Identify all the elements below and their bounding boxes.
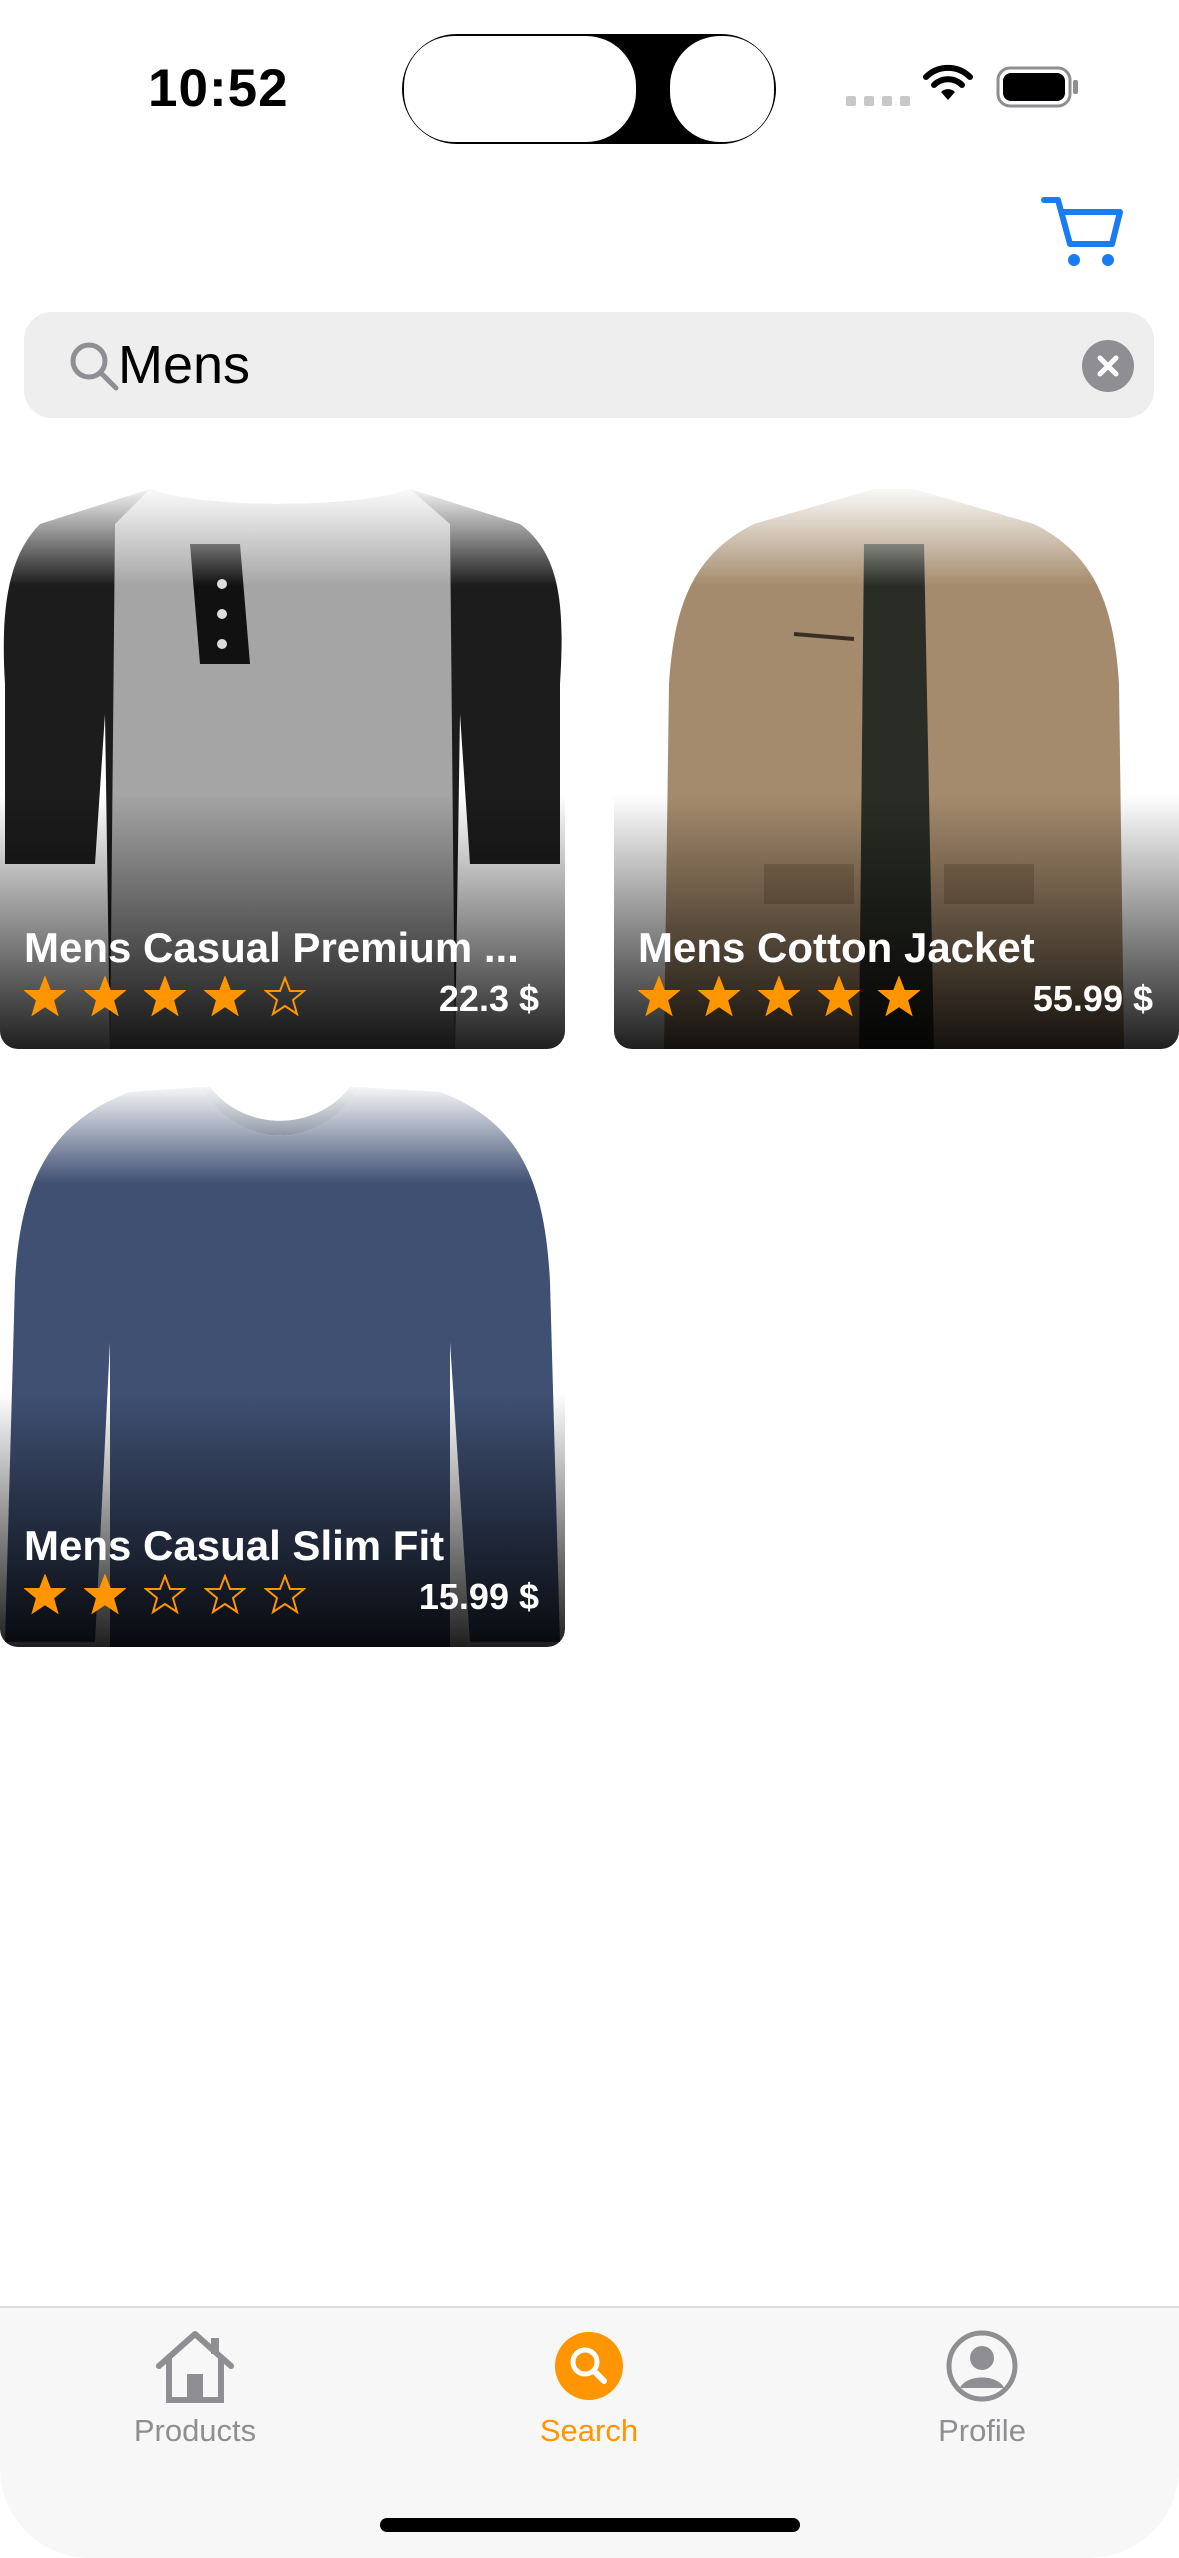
- search-bar: [24, 312, 1154, 418]
- star-filled-icon: [24, 976, 66, 1017]
- tab-search[interactable]: Search: [469, 2328, 709, 2449]
- rating-stars: [638, 976, 920, 1018]
- tab-label: Search: [539, 2413, 639, 2448]
- clear-search-button[interactable]: [1082, 340, 1134, 392]
- product-price: 22.3 $: [438, 978, 539, 1019]
- cart-icon[interactable]: [1040, 192, 1126, 272]
- star-empty-icon: [264, 1574, 306, 1615]
- tab-label: Profile: [938, 2413, 1026, 2448]
- product-card[interactable]: Mens Casual Slim Fit 15.99 $: [0, 1082, 565, 1647]
- home-indicator: [380, 2518, 800, 2532]
- search-icon: [70, 342, 119, 391]
- tab-profile[interactable]: Profile: [862, 2328, 1102, 2449]
- dynamic-island-right: [670, 36, 774, 142]
- product-title: Mens Casual Slim Fit: [24, 1522, 445, 1569]
- battery-icon: [996, 66, 1078, 108]
- star-filled-icon: [204, 976, 246, 1017]
- rating-stars: [24, 1574, 306, 1616]
- product-card[interactable]: Mens Cotton Jacket 55.99 $: [614, 484, 1179, 1049]
- house-icon: [156, 2331, 234, 2403]
- star-filled-icon: [698, 976, 740, 1017]
- star-empty-icon: [264, 976, 306, 1017]
- dynamic-island-left: [404, 36, 636, 142]
- star-empty-icon: [204, 1574, 246, 1615]
- star-filled-icon: [758, 976, 800, 1017]
- tab-label: Products: [133, 2413, 257, 2448]
- star-filled-icon: [638, 976, 680, 1017]
- product-title: Mens Casual Premium ...: [24, 924, 519, 971]
- product-price: 15.99 $: [418, 1576, 539, 1617]
- search-circle-icon: [555, 2332, 623, 2400]
- cellular-signal-icon: [846, 96, 910, 106]
- wifi-icon: [923, 64, 973, 100]
- product-card[interactable]: Mens Casual Premium ... 22.3 $: [0, 484, 565, 1049]
- person-circle-icon: [946, 2330, 1018, 2402]
- star-filled-icon: [878, 976, 920, 1017]
- star-filled-icon: [24, 1574, 66, 1615]
- star-filled-icon: [84, 1574, 126, 1615]
- product-title: Mens Cotton Jacket: [638, 924, 1035, 971]
- search-input[interactable]: [118, 326, 1018, 404]
- star-empty-icon: [144, 1574, 186, 1615]
- star-filled-icon: [84, 976, 126, 1017]
- tab-products[interactable]: Products: [75, 2328, 315, 2449]
- product-price: 55.99 $: [1032, 978, 1153, 1019]
- rating-stars: [24, 976, 306, 1018]
- star-filled-icon: [144, 976, 186, 1017]
- star-filled-icon: [818, 976, 860, 1017]
- close-icon: [1097, 355, 1119, 377]
- status-time: 10:52: [148, 59, 289, 118]
